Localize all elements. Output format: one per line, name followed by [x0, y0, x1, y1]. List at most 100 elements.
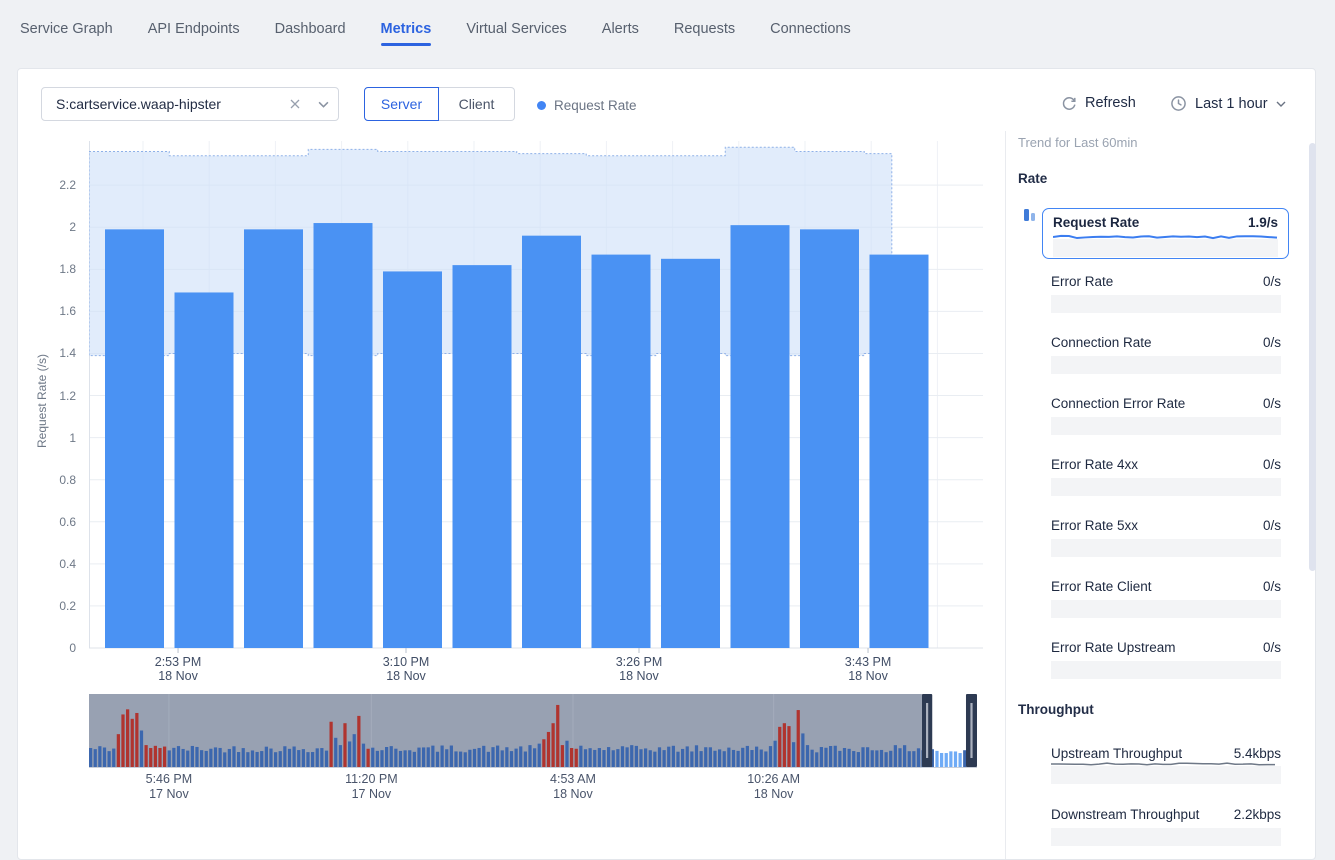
metric-label: Connection Rate [1051, 335, 1152, 351]
navigator-tick-label: 5:46 PM17 Nov [119, 772, 219, 802]
sparkline-placeholder [1051, 600, 1281, 618]
metric-item-error-rate-5xx[interactable]: Error Rate 5xx0/s [1051, 518, 1281, 557]
tick-date: 18 Nov [724, 787, 824, 802]
tab-connections[interactable]: Connections [770, 21, 851, 46]
service-select[interactable]: S:cartservice.waap-hipster [41, 87, 339, 121]
metric-value: 0/s [1263, 579, 1281, 595]
metric-item-error-rate[interactable]: Error Rate 0/s [1051, 274, 1281, 313]
metric-item-error-rate-upstream[interactable]: Error Rate Upstream0/s [1051, 640, 1281, 679]
bar-chart-icon [1021, 206, 1038, 223]
metric-value: 1.9/s [1248, 215, 1278, 231]
sparkline-placeholder [1051, 478, 1281, 496]
service-select-value: S:cartservice.waap-hipster [42, 96, 282, 112]
y-tick-label: 1.4 [18, 346, 76, 360]
x-tick-label: 2:53 PM18 Nov [133, 655, 223, 683]
tick-time: 3:43 PM [823, 655, 913, 669]
y-tick-label: 1.2 [18, 389, 76, 403]
tick-date: 18 Nov [594, 669, 684, 683]
bar [800, 229, 859, 648]
tab-service-graph[interactable]: Service Graph [20, 21, 113, 46]
metric-label: Request Rate [1053, 215, 1139, 231]
time-range-selector[interactable]: Last 1 hour [1170, 95, 1286, 112]
metric-value: 0/s [1263, 335, 1281, 351]
tick-date: 17 Nov [321, 787, 421, 802]
refresh-label: Refresh [1085, 95, 1136, 111]
metric-item-request-rate-selected[interactable]: Request Rate 1.9/s [1042, 208, 1289, 259]
metric-label: Error Rate 4xx [1051, 457, 1138, 473]
tick-time: 2:53 PM [133, 655, 223, 669]
bar [592, 255, 651, 648]
sparkline-placeholder [1051, 828, 1281, 846]
chevron-down-icon [1276, 101, 1286, 107]
metric-label: Error Rate [1051, 274, 1113, 290]
clock-icon [1170, 95, 1187, 112]
navigator-tick-label: 4:53 AM18 Nov [523, 772, 623, 802]
metric-label: Error Rate Client [1051, 579, 1152, 595]
metric-label: Upstream Throughput [1051, 746, 1182, 762]
x-tick-label: 3:43 PM18 Nov [823, 655, 913, 683]
y-tick-label: 0.6 [18, 515, 76, 529]
y-tick-label: 2.2 [18, 178, 76, 192]
sparkline-placeholder [1051, 417, 1281, 435]
metric-item-error-rate-4xx[interactable]: Error Rate 4xx 0/s [1051, 457, 1281, 496]
metrics-panel: S:cartservice.waap-hipster Server Client… [17, 68, 1316, 860]
tick-date: 18 Nov [361, 669, 451, 683]
metric-item-downstream-throughput[interactable]: Downstream Throughput2.2kbps [1051, 807, 1281, 846]
bar [522, 236, 581, 648]
client-button[interactable]: Client [439, 87, 515, 121]
sparkline [1053, 233, 1278, 257]
y-tick-label: 0.2 [18, 599, 76, 613]
metric-value: 0/s [1263, 457, 1281, 473]
tick-date: 18 Nov [823, 669, 913, 683]
y-tick-label: 1 [18, 431, 76, 445]
tab-requests[interactable]: Requests [674, 21, 735, 46]
metric-value: 0/s [1263, 274, 1281, 290]
bar [244, 229, 303, 648]
time-range-label: Last 1 hour [1195, 96, 1268, 112]
section-title: Rate [1018, 171, 1047, 186]
tab-metrics[interactable]: Metrics [381, 21, 432, 46]
trend-heading: Trend for Last 60min [1018, 135, 1137, 150]
tab-api-endpoints[interactable]: API Endpoints [148, 21, 240, 46]
bar [731, 225, 790, 648]
y-tick-label: 1.8 [18, 262, 76, 276]
y-tick-label: 1.6 [18, 304, 76, 318]
server-button[interactable]: Server [364, 87, 439, 121]
tab-virtual-services[interactable]: Virtual Services [466, 21, 566, 46]
top-nav-tabs: Service Graph API Endpoints Dashboard Metri… [20, 21, 851, 46]
metric-item-error-rate-client[interactable]: Error Rate Client 0/s [1051, 579, 1281, 618]
tick-time: 11:20 PM [321, 772, 421, 787]
bar [453, 265, 512, 648]
legend-label: Request Rate [554, 98, 637, 113]
tick-time: 10:26 AM [724, 772, 824, 787]
tick-time: 3:26 PM [594, 655, 684, 669]
metric-item-connection-rate[interactable]: Connection Rate 0/s [1051, 335, 1281, 374]
navigator-tick-label: 11:20 PM17 Nov [321, 772, 421, 802]
legend-dot-icon [537, 101, 546, 110]
y-tick-label: 0.4 [18, 557, 76, 571]
metric-label: Connection Error Rate [1051, 396, 1185, 412]
tab-alerts[interactable]: Alerts [602, 21, 639, 46]
metric-label: Error Rate Upstream [1051, 640, 1176, 656]
refresh-button[interactable]: Refresh [1061, 95, 1136, 111]
sparkline-placeholder [1051, 539, 1281, 557]
y-tick-label: 0 [18, 641, 76, 655]
navigator-svg [89, 694, 977, 768]
y-tick-label: 2 [18, 220, 76, 234]
tick-time: 5:46 PM [119, 772, 219, 787]
bar [661, 259, 720, 648]
scrollbar-thumb[interactable] [1309, 143, 1316, 571]
tick-time: 4:53 AM [523, 772, 623, 787]
metric-label: Error Rate 5xx [1051, 518, 1138, 534]
bar [105, 229, 164, 648]
metric-value: 5.4kbps [1234, 746, 1281, 762]
y-tick-label: 0.8 [18, 473, 76, 487]
chart-legend: Request Rate [537, 98, 637, 113]
clear-icon[interactable] [282, 99, 308, 109]
bar [870, 255, 929, 648]
metric-item-connection-error-rate[interactable]: Connection Error Rate0/s [1051, 396, 1281, 435]
metric-item-upstream-throughput[interactable]: Upstream Throughput 5.4kbps [1051, 746, 1281, 789]
time-brush-navigator[interactable] [89, 694, 977, 773]
chevron-down-icon[interactable] [308, 101, 338, 108]
tab-dashboard[interactable]: Dashboard [275, 21, 346, 46]
